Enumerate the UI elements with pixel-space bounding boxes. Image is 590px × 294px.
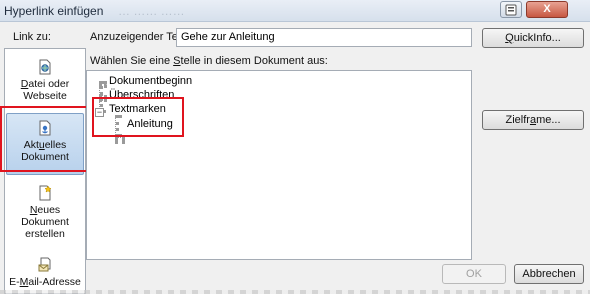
tree-connector: [99, 81, 107, 85]
window-title: Hyperlink einfügen: [4, 4, 104, 18]
link-to-label: Link zu:: [13, 31, 51, 43]
target-frame-button[interactable]: Zielframe...: [482, 110, 584, 130]
background-window-title: … …… ……: [118, 4, 185, 18]
help-icon: [505, 4, 517, 16]
annotation-highlight-link-option: [0, 106, 90, 172]
link-existing-file-webpage[interactable]: Datei oder Webseite: [6, 55, 84, 107]
globe-file-icon: [39, 59, 51, 75]
title-bar: Hyperlink einfügen … …… …… X: [0, 0, 590, 22]
link-email-address[interactable]: E-Mail-Adresse: [6, 255, 84, 289]
link-create-new-document[interactable]: Neues Dokument erstellen: [6, 181, 84, 243]
tree-connector: [115, 137, 125, 141]
hyperlink-dialog: Link zu: Anzuzeigender Text: Gehe zur An…: [0, 22, 590, 294]
background-window-strip: [0, 290, 590, 294]
new-document-icon: [39, 185, 52, 201]
tree-item[interactable]: Dokumentbeginn: [109, 75, 192, 87]
screentip-button[interactable]: QuickInfo...: [482, 28, 584, 48]
annotation-highlight-bookmark: [92, 97, 184, 137]
display-text-label: Anzuzeigender Text:: [90, 31, 190, 43]
display-text-input[interactable]: Gehe zur Anleitung: [176, 28, 472, 47]
close-icon: X: [543, 3, 551, 15]
ok-button[interactable]: OK: [442, 264, 506, 284]
help-button[interactable]: [500, 1, 522, 18]
email-icon: [38, 257, 51, 272]
close-button[interactable]: X: [526, 1, 568, 18]
select-place-label: Wählen Sie eine Stelle in diesem Dokumen…: [90, 55, 328, 67]
cancel-button[interactable]: Abbrechen: [514, 264, 584, 284]
